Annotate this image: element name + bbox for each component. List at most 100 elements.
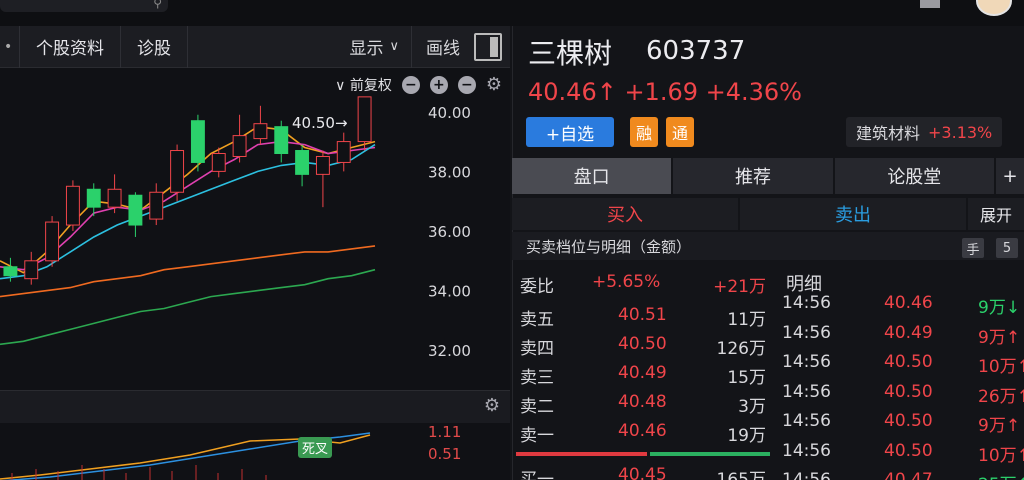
buy-ratio-fill (516, 452, 647, 456)
kline-svg: 40.50→ 40.00 38.00 36.00 34.00 32.00 (0, 96, 471, 360)
sell-button[interactable]: 卖出 (740, 198, 966, 230)
tick-amount: 9万↓ (978, 298, 1021, 318)
expand-button[interactable]: 展开 (968, 198, 1024, 230)
ma-line (0, 268, 376, 346)
window-minimize-button[interactable] (920, 0, 940, 8)
y-tick-label: 38.00 (428, 163, 471, 181)
bid-row[interactable]: 买一 40.45 165万 (512, 462, 774, 480)
company-info-button[interactable]: 个股资料 (20, 25, 121, 68)
level-label: 卖二 (520, 397, 554, 417)
search-box[interactable]: ⚲ (0, 0, 168, 12)
ask-row[interactable]: 卖三 40.49 15万 (512, 360, 774, 389)
level-amount: 19万 (727, 426, 766, 446)
tick-time: 14:56 (782, 440, 831, 461)
tick-amount: 9万↑ (978, 327, 1021, 348)
tick-amount: 10万↑ (978, 357, 1024, 377)
diagnose-button[interactable]: 诊股 (121, 25, 188, 68)
y-tick-label: 34.00 (428, 283, 471, 301)
candle (149, 183, 164, 226)
level-label: 卖四 (520, 339, 554, 359)
level-amount: 165万 (716, 470, 766, 480)
candle (128, 192, 143, 237)
candle (170, 144, 185, 202)
kline-chart[interactable]: ∨ 前复权 − + − ⚙ 40.50→ 40.00 38.00 36.00 34.0… (0, 68, 510, 390)
candle (336, 132, 351, 172)
candle (315, 150, 330, 208)
unit-toggle[interactable]: 手 (962, 238, 984, 258)
tick-price: 40.49 (884, 322, 933, 343)
search-icon[interactable]: ⚲ (153, 0, 162, 10)
level-price: 40.50 (618, 334, 667, 354)
level-label: 卖五 (520, 310, 554, 330)
indicator-svg (0, 432, 371, 480)
y-tick-label: 36.00 (428, 223, 471, 241)
indicator-value-1: 1.11 (428, 423, 462, 441)
level-count-toggle[interactable]: 5 (996, 238, 1018, 258)
wb-pct: +5.65% (592, 272, 661, 292)
tab-order-book[interactable]: 盘口 (512, 158, 672, 194)
last-price-label: 40.50→ (292, 114, 348, 132)
ask-row[interactable]: 卖四 40.50 126万 (512, 331, 774, 360)
tick-price: 40.50 (884, 411, 933, 431)
ask-row[interactable]: 卖二 40.48 3万 (512, 389, 774, 418)
sector-badge[interactable]: 建筑材料 +3.13% (846, 117, 1003, 147)
tick-time: 14:56 (782, 381, 831, 402)
level-label: 买一 (520, 470, 554, 480)
margin-tag[interactable]: 融 (630, 117, 658, 147)
display-label: 显示 (349, 39, 384, 59)
tick-amount: 10万↑ (978, 445, 1024, 466)
tick-time: 14:56 (782, 411, 831, 431)
draw-button[interactable]: 画线 (411, 25, 474, 68)
tick-row: 14:56 40.49 9万↑ (780, 320, 1024, 349)
candle (190, 114, 205, 172)
tick-price: 40.50 (884, 440, 933, 461)
more-button[interactable]: • (0, 25, 20, 68)
stock-code: 603737 (646, 36, 746, 66)
tick-price: 40.50 (884, 381, 933, 402)
tick-row: 14:56 40.50 26万↑ (780, 379, 1024, 408)
ask-row[interactable]: 卖五 40.51 11万 (512, 302, 774, 331)
quote-tabs: 盘口 推荐 论股堂 + (512, 158, 1024, 194)
connect-tag[interactable]: 通 (666, 117, 694, 147)
level-amount: 3万 (738, 397, 766, 417)
sector-name: 建筑材料 (856, 124, 921, 143)
tick-price: 40.50 (884, 352, 933, 372)
y-tick-label: 32.00 (428, 342, 471, 360)
level-price: 40.46 (618, 421, 667, 441)
chevron-down-icon: ∨ (389, 39, 399, 54)
tick-price: 40.46 (884, 293, 933, 313)
level-price: 40.45 (618, 465, 667, 480)
tick-row: 14:56 40.46 9万↓ (780, 290, 1024, 319)
tick-price: 40.47 (884, 470, 933, 480)
gear-icon[interactable]: ⚙ (484, 395, 500, 416)
indicator-pane: ⚙ 死叉 1.11 0.51 (0, 390, 510, 480)
tick-row: 14:56 40.50 10万↑ (780, 438, 1024, 467)
commission-ratio: 委比 +5.65% +21万 (512, 266, 774, 300)
tab-recommend[interactable]: 推荐 (673, 158, 833, 194)
tick-time: 14:56 (782, 470, 831, 480)
buy-button[interactable]: 买入 (512, 198, 738, 230)
candle (232, 114, 247, 163)
ask-row[interactable]: 卖一 40.46 19万 (512, 418, 774, 447)
tick-time: 14:56 (782, 322, 831, 343)
candle (274, 120, 289, 163)
level-label: 卖一 (520, 426, 554, 446)
candle (45, 216, 60, 267)
indicator-value-2: 0.51 (428, 445, 462, 463)
wb-amount: +21万 (713, 277, 766, 297)
display-dropdown[interactable]: 显示 ∨ (337, 34, 411, 59)
panel-layout-icon[interactable] (474, 32, 502, 61)
tick-row: 14:56 40.50 9万↑ (780, 408, 1024, 437)
indicator-header: ⚙ (0, 391, 510, 423)
tick-time: 14:56 (782, 352, 831, 372)
candle (107, 174, 122, 214)
wb-label: 委比 (520, 277, 554, 297)
sector-change: +3.13% (928, 122, 993, 142)
dead-cross-badge: 死叉 (298, 437, 333, 458)
add-watchlist-button[interactable]: +自选 (526, 117, 614, 147)
tab-add[interactable]: + (995, 158, 1024, 194)
section-title: 买卖档位与明细（金额） (526, 237, 692, 256)
y-tick-label: 40.00 (428, 104, 471, 122)
tick-amount: 26万↑ (978, 386, 1024, 407)
tab-forum[interactable]: 论股堂 (834, 158, 994, 194)
